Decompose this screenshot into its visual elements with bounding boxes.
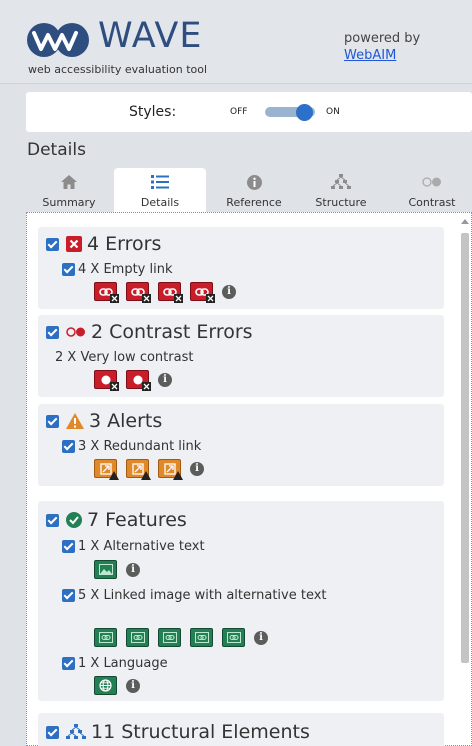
language-label: 1 X Language	[78, 656, 168, 671]
redundant-link-icon[interactable]	[126, 459, 151, 480]
powered-by: powered by WebAIM	[344, 30, 420, 64]
very-low-contrast-icon[interactable]	[126, 370, 151, 391]
features-checkbox[interactable]	[46, 513, 59, 527]
very-low-contrast-icon[interactable]	[94, 370, 119, 391]
contrast-errors-group: 2 Contrast Errors 2 X Very low contrast …	[38, 315, 444, 397]
structural-elements-checkbox[interactable]	[46, 725, 59, 739]
alerts-checkbox[interactable]	[46, 414, 59, 428]
alternative-text-checkbox[interactable]	[62, 540, 75, 553]
features-group: 7 Features 1 X Alternative text i 5 X Li…	[38, 501, 444, 701]
tab-label: Structure	[315, 196, 367, 209]
tab-label: Details	[140, 196, 180, 209]
empty-link-icon[interactable]	[126, 282, 151, 303]
structure-icon	[331, 174, 351, 189]
tab-structure[interactable]: Structure	[300, 168, 382, 212]
tab-contrast[interactable]: Contrast	[392, 168, 472, 212]
linked-image-alt-icon[interactable]	[222, 628, 245, 647]
redundant-link-icons: i	[94, 459, 204, 480]
linked-image-checkbox[interactable]	[62, 589, 75, 602]
linked-image-alt-icon[interactable]	[126, 628, 149, 647]
list-item: 4 X Empty link	[62, 261, 173, 278]
scroll-up-arrow-icon[interactable]	[461, 219, 469, 224]
contrast-errors-title: 2 Contrast Errors	[91, 321, 253, 343]
alternative-text-icon[interactable]	[94, 560, 117, 579]
errors-checkbox[interactable]	[46, 237, 59, 251]
list-item: 3 X Redundant link	[62, 438, 201, 455]
tab-label: Contrast	[408, 196, 456, 209]
list-item: 2 X Very low contrast	[55, 349, 193, 366]
info-icon[interactable]: i	[126, 562, 140, 577]
tab-label: Reference	[226, 196, 282, 209]
tab-bar: Summary Details Reference Structure Cont…	[26, 168, 472, 212]
redundant-link-icon[interactable]	[94, 459, 119, 480]
tab-summary[interactable]: Summary	[26, 168, 112, 212]
tab-details[interactable]: Details	[114, 168, 206, 212]
powered-by-label: powered by	[344, 31, 421, 46]
structure-icon	[66, 724, 86, 740]
styles-on-label: ON	[326, 107, 340, 117]
logo-text: WAVE	[98, 16, 203, 56]
list-icon	[151, 175, 169, 189]
details-content: 4 Errors 4 X Empty link i 2 Contrast Err…	[26, 212, 472, 746]
linked-image-alt-icon[interactable]	[190, 628, 213, 647]
empty-link-icons: i	[94, 282, 236, 303]
info-icon[interactable]: i	[254, 630, 268, 645]
info-icon[interactable]: i	[158, 372, 172, 387]
info-icon	[246, 174, 262, 190]
list-item: 1 X Alternative text	[62, 538, 205, 555]
home-icon	[61, 175, 77, 189]
contrast-icon	[66, 327, 86, 337]
error-x-icon	[66, 236, 82, 252]
empty-link-icon[interactable]	[158, 282, 183, 303]
very-low-contrast-label: 2 X Very low contrast	[55, 350, 194, 365]
styles-toggle-bar: Styles: OFF ON	[26, 92, 472, 132]
wave-logo-icon	[27, 23, 89, 57]
errors-title: 4 Errors	[87, 233, 162, 255]
list-item: 5 X Linked image with alternative text	[62, 587, 432, 604]
empty-link-icon[interactable]	[94, 282, 119, 303]
styles-label: Styles:	[129, 104, 177, 120]
styles-toggle-switch[interactable]	[265, 104, 321, 121]
alerts-group: 3 Alerts 3 X Redundant link i	[38, 404, 444, 486]
empty-link-icon[interactable]	[190, 282, 215, 303]
feature-check-icon	[66, 512, 82, 528]
alert-triangle-icon	[66, 413, 84, 429]
redundant-link-icon[interactable]	[158, 459, 183, 480]
info-icon[interactable]: i	[126, 678, 140, 693]
info-icon[interactable]: i	[190, 461, 204, 476]
styles-off-label: OFF	[230, 107, 248, 117]
language-globe-icon[interactable]	[94, 676, 117, 695]
linked-image-icons: i	[94, 628, 268, 647]
wave-panel: WAVE web accessibility evaluation tool p…	[0, 0, 472, 746]
language-icons: i	[94, 676, 140, 695]
structural-elements-group: 11 Structural Elements	[38, 713, 444, 746]
contrast-icons: i	[94, 370, 172, 391]
alternative-text-icons: i	[94, 560, 140, 579]
webaim-link[interactable]: WebAIM	[344, 47, 420, 64]
redundant-link-label: 3 X Redundant link	[78, 439, 202, 454]
contrast-icon	[422, 177, 441, 187]
errors-group: 4 Errors 4 X Empty link i	[38, 227, 444, 309]
empty-link-checkbox[interactable]	[62, 263, 75, 276]
info-icon[interactable]: i	[222, 284, 236, 299]
tab-label: Summary	[42, 196, 96, 209]
linked-image-alt-icon[interactable]	[158, 628, 181, 647]
scrollbar-thumb[interactable]	[461, 233, 469, 663]
header: WAVE web accessibility evaluation tool p…	[0, 0, 472, 84]
list-item: 1 X Language	[62, 655, 168, 672]
empty-link-label: 4 X Empty link	[78, 262, 173, 277]
language-checkbox[interactable]	[62, 657, 75, 670]
alerts-title: 3 Alerts	[89, 410, 163, 432]
tagline: web accessibility evaluation tool	[28, 63, 208, 76]
features-title: 7 Features	[87, 509, 187, 531]
contrast-errors-checkbox[interactable]	[46, 325, 59, 339]
linked-image-label: 5 X Linked image with alternative text	[78, 588, 327, 603]
tab-reference[interactable]: Reference	[208, 168, 300, 212]
alternative-text-label: 1 X Alternative text	[78, 539, 205, 554]
structural-elements-title: 11 Structural Elements	[91, 721, 310, 743]
scrollbar[interactable]	[460, 217, 470, 746]
linked-image-alt-icon[interactable]	[94, 628, 117, 647]
redundant-link-checkbox[interactable]	[62, 440, 75, 453]
panel-heading: Details	[27, 140, 86, 160]
